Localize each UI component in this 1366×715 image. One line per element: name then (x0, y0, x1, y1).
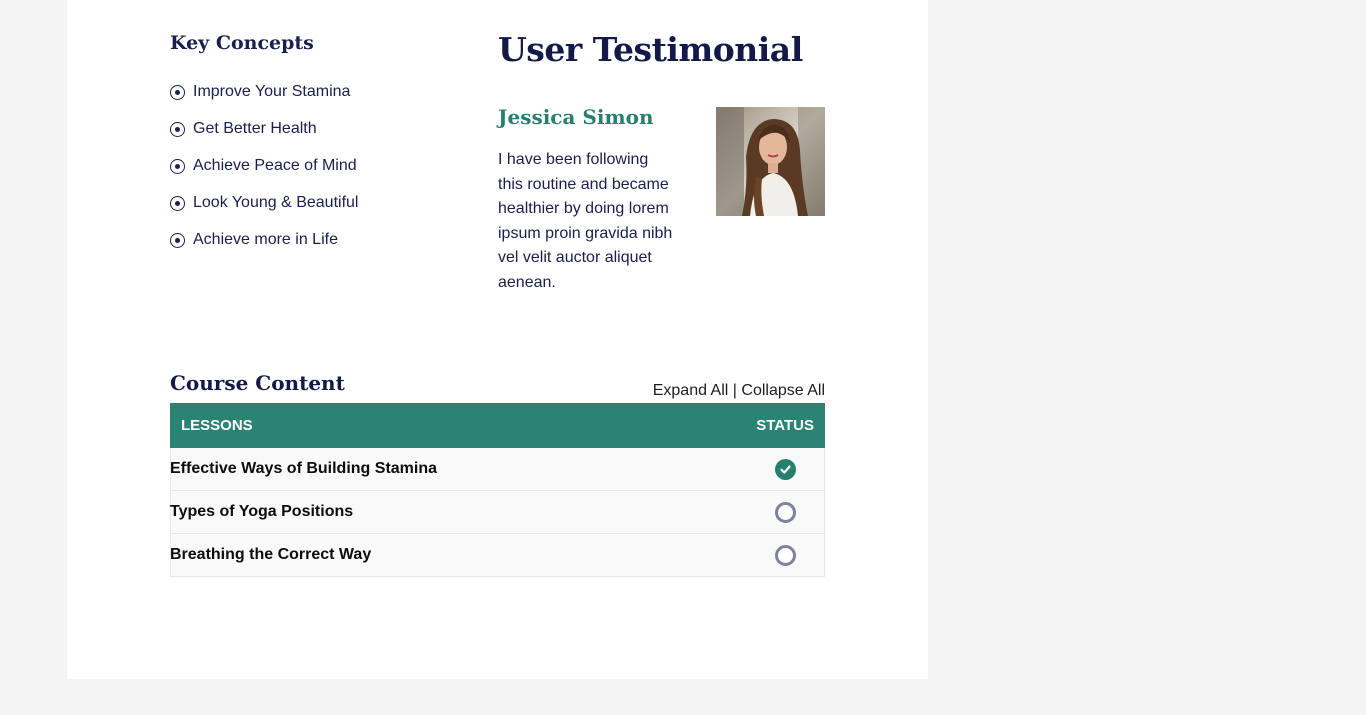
expand-collapse-controls: Expand All | Collapse All (653, 382, 825, 400)
status-column-header: STATUS (756, 417, 814, 434)
lesson-title[interactable]: Effective Ways of Building Stamina (170, 460, 437, 478)
testimonial-author-name: Jessica Simon (498, 105, 654, 129)
key-concepts-list: Improve Your Stamina Get Better Health A… (170, 74, 358, 259)
circle-dot-icon (170, 85, 185, 100)
lesson-row[interactable]: Breathing the Correct Way (170, 534, 825, 577)
key-concept-item: Improve Your Stamina (170, 74, 358, 111)
testimonial-avatar-photo (716, 107, 825, 216)
status-cell (747, 501, 823, 523)
lesson-title[interactable]: Types of Yoga Positions (170, 503, 353, 521)
check-circle-icon (774, 458, 796, 480)
lesson-row[interactable]: Effective Ways of Building Stamina (170, 448, 825, 491)
lessons-table: LESSONS STATUS Effective Ways of Buildin… (170, 403, 825, 577)
empty-circle-icon (774, 501, 796, 523)
collapse-all-link[interactable]: Collapse All (741, 382, 825, 399)
key-concept-label: Achieve more in Life (193, 230, 338, 248)
key-concept-item: Get Better Health (170, 111, 358, 148)
circle-dot-icon (170, 233, 185, 248)
table-header: LESSONS STATUS (170, 403, 825, 448)
key-concepts-title: Key Concepts (170, 32, 314, 54)
lesson-title[interactable]: Breathing the Correct Way (170, 546, 371, 564)
circle-dot-icon (170, 122, 185, 137)
key-concept-item: Look Young & Beautiful (170, 185, 358, 222)
lessons-column-header: LESSONS (181, 417, 253, 434)
empty-circle-icon (774, 544, 796, 566)
lesson-row[interactable]: Types of Yoga Positions (170, 491, 825, 534)
expand-all-link[interactable]: Expand All (653, 382, 729, 399)
course-content-title: Course Content (170, 371, 345, 395)
circle-dot-icon (170, 159, 185, 174)
circle-dot-icon (170, 196, 185, 211)
testimonial-quote: I have been following this routine and b… (498, 151, 673, 291)
testimonial-title: User Testimonial (498, 30, 803, 69)
status-cell (747, 544, 823, 566)
separator: | (732, 382, 737, 399)
key-concept-label: Achieve Peace of Mind (193, 156, 357, 174)
key-concept-item: Achieve more in Life (170, 222, 358, 259)
key-concept-label: Look Young & Beautiful (193, 193, 359, 211)
key-concept-label: Improve Your Stamina (193, 82, 351, 100)
key-concept-item: Achieve Peace of Mind (170, 148, 358, 185)
status-cell (747, 458, 823, 480)
key-concept-label: Get Better Health (193, 119, 317, 137)
content-card: Key Concepts Improve Your Stamina Get Be… (67, 0, 928, 679)
